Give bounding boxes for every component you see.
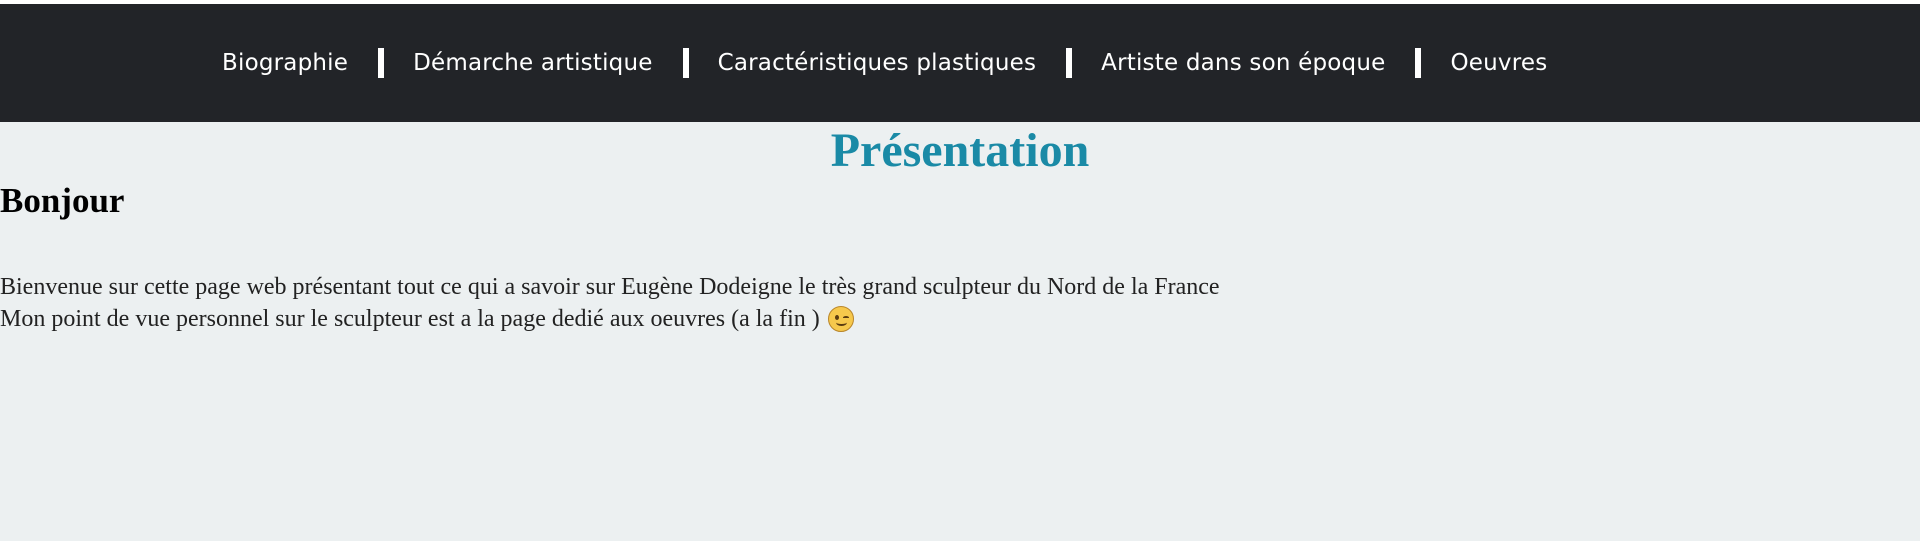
top-navbar: Biographie Démarche artistique Caractéri… [0,4,1920,122]
opinion-paragraph: Mon point de vue personnel sur le sculpt… [0,304,854,334]
nav-link-demarche-artistique[interactable]: Démarche artistique [413,50,652,76]
nav-separator [1066,48,1073,78]
opinion-text: Mon point de vue personnel sur le sculpt… [0,306,820,332]
greeting-heading: Bonjour [0,181,125,220]
nav-link-caracteristiques-plastiques[interactable]: Caractéristiques plastiques [718,50,1037,76]
nav-separator [1415,48,1422,78]
nav-separator [378,48,385,78]
winking-face-icon [827,306,854,332]
nav-link-biographie[interactable]: Biographie [222,50,348,76]
nav-link-artiste-epoque[interactable]: Artiste dans son époque [1101,50,1385,76]
nav-link-oeuvres[interactable]: Oeuvres [1450,50,1547,76]
nav-menu: Biographie Démarche artistique Caractéri… [222,4,1547,122]
nav-separator [682,48,689,78]
intro-paragraph: Bienvenue sur cette page web présentant … [0,274,1220,300]
page-title: Présentation [830,124,1090,177]
